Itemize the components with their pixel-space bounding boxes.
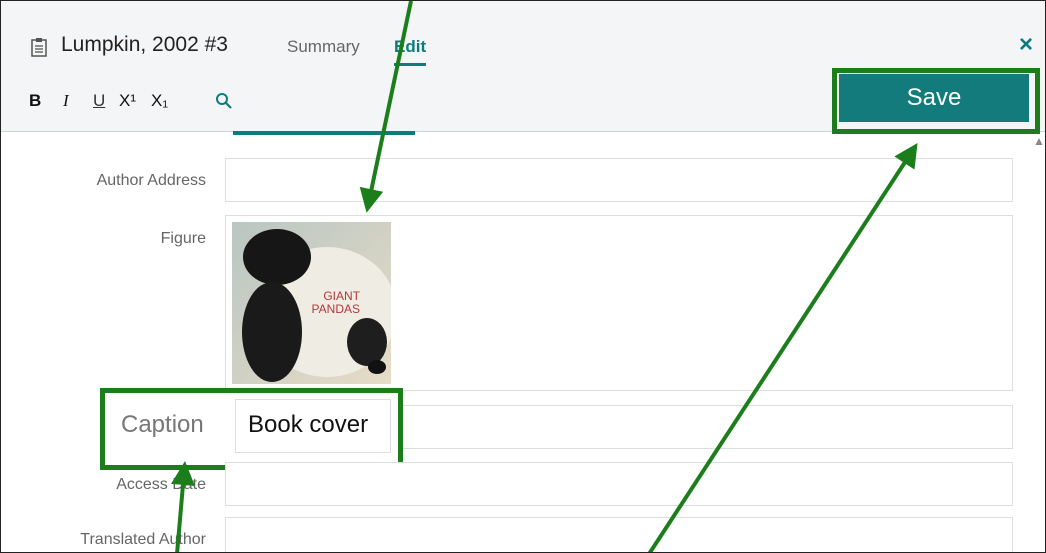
italic-button[interactable]: I	[63, 91, 69, 111]
save-button[interactable]: Save	[839, 74, 1029, 122]
underline-button[interactable]: U	[93, 91, 105, 111]
caption-value[interactable]: Book cover	[248, 411, 368, 439]
tab-summary[interactable]: Summary	[287, 37, 360, 57]
cover-title-line-2: PANDAS	[312, 302, 360, 316]
author-address-field[interactable]	[225, 158, 1013, 202]
translated-author-label: Translated Author	[80, 531, 206, 548]
editor-header: Lumpkin, 2002 #3 Summary Edit × B I U X¹…	[1, 1, 1045, 134]
access-date-field[interactable]	[225, 462, 1013, 506]
reference-editor-window: Lumpkin, 2002 #3 Summary Edit × B I U X¹…	[0, 0, 1046, 553]
superscript-button[interactable]: X¹	[119, 91, 136, 111]
author-address-label: Author Address	[96, 172, 206, 189]
cover-title-line-1: GIANT	[323, 289, 360, 303]
tab-edit[interactable]: Edit	[394, 37, 427, 66]
caption-label: Caption	[121, 411, 204, 438]
clipboard-icon	[31, 38, 47, 57]
subscript-button[interactable]: X₁	[151, 91, 168, 111]
close-icon[interactable]: ×	[1019, 31, 1033, 59]
field-divider	[233, 131, 415, 135]
reference-title: Lumpkin, 2002 #3	[61, 33, 228, 56]
bold-button[interactable]: B	[29, 91, 41, 111]
access-date-label: Access Date	[116, 476, 206, 493]
scroll-up-icon[interactable]: ▲	[1033, 134, 1045, 148]
book-cover-image: GIANT PANDAS	[232, 222, 391, 384]
figure-label: Figure	[160, 230, 206, 247]
search-icon[interactable]	[215, 92, 233, 110]
translated-author-field[interactable]	[225, 517, 1013, 552]
